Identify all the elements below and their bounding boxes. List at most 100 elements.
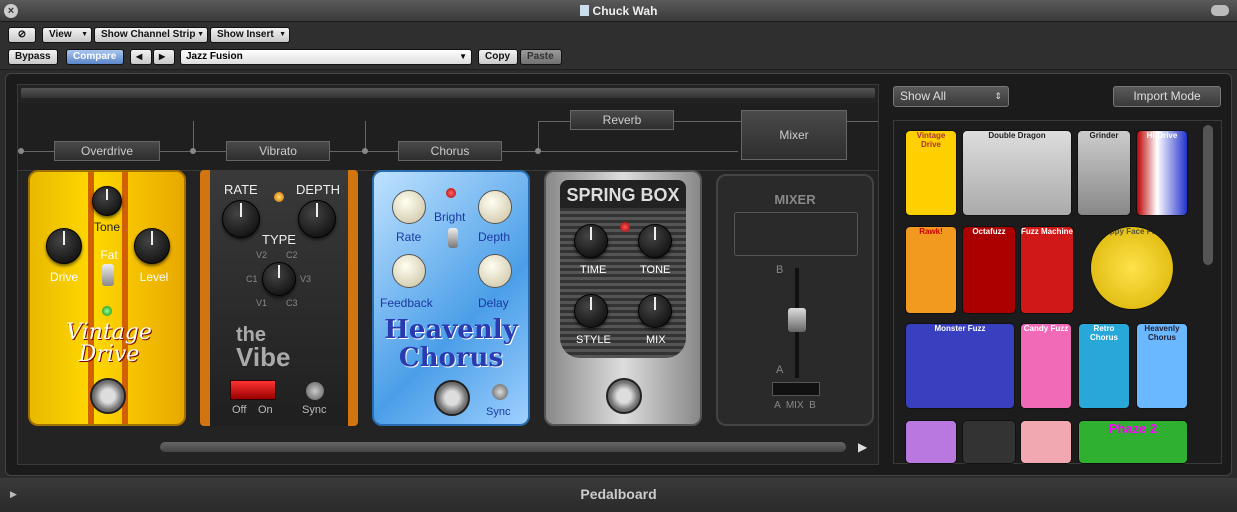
bright-label: Bright	[434, 210, 466, 224]
fat-label: Fat	[100, 248, 118, 262]
bright-toggle[interactable]	[448, 228, 458, 248]
document-icon	[579, 5, 589, 16]
preset-value: Jazz Fusion	[186, 51, 243, 62]
slot-mixer[interactable]: Mixer	[741, 110, 847, 160]
depth-knob[interactable]	[478, 190, 512, 224]
off-label: Off	[232, 404, 247, 416]
browser-item[interactable]: Candy Fuzz	[1020, 323, 1072, 409]
paste-button[interactable]: Paste	[520, 49, 562, 65]
type-v2-label: V2	[256, 250, 268, 260]
level-knob[interactable]	[134, 228, 170, 264]
browser-item[interactable]: Monster Fuzz	[905, 323, 1015, 409]
browser-item[interactable]: Rawk!	[905, 226, 957, 314]
sync-label: Sync	[302, 404, 327, 416]
prev-preset-button[interactable]: ◀	[130, 49, 152, 65]
slot-vibrato[interactable]: Vibrato	[226, 141, 330, 161]
board-scrollbar[interactable]	[160, 442, 846, 452]
sync-label: Sync	[486, 406, 511, 418]
browser-item[interactable]: Hi-Drive	[1136, 130, 1188, 216]
style-label: STYLE	[576, 334, 611, 346]
view-menu[interactable]: View	[42, 27, 92, 43]
board-top-handle[interactable]	[21, 88, 875, 98]
bypass-button[interactable]: Bypass	[8, 49, 58, 65]
routing-divider	[193, 121, 194, 151]
drive-knob[interactable]	[46, 228, 82, 264]
mix-label: MIX	[646, 334, 666, 346]
footswitch[interactable]	[434, 380, 470, 416]
routing-node	[18, 148, 24, 154]
slot-reverb[interactable]: Reverb	[570, 110, 674, 130]
slot-chorus[interactable]: Chorus	[398, 141, 502, 161]
browser-item[interactable]: Phaze 2	[1078, 420, 1188, 464]
routing-strip: Overdrive Vibrato Chorus Reverb Mixer	[18, 103, 878, 171]
link-icon[interactable]: ⊘	[8, 27, 36, 43]
import-mode-button[interactable]: Import Mode	[1113, 86, 1221, 107]
chevron-down-icon: ▼	[459, 52, 467, 61]
copy-button[interactable]: Copy	[478, 49, 518, 65]
footer-bar: ▶ Pedalboard	[0, 478, 1237, 512]
browser-item[interactable]	[1020, 420, 1072, 464]
sync-button[interactable]	[306, 382, 324, 400]
browser-item[interactable]	[905, 420, 957, 464]
routing-divider	[365, 121, 366, 151]
mixer-b-label: B	[776, 264, 784, 276]
feedback-knob[interactable]	[392, 254, 426, 288]
pedal-mixer[interactable]: MIXER B A A MIX B	[716, 174, 874, 426]
fat-toggle[interactable]	[102, 264, 114, 286]
time-knob[interactable]	[574, 224, 608, 258]
mix-switch[interactable]	[772, 382, 820, 396]
slot-overdrive[interactable]: Overdrive	[54, 141, 160, 161]
browser-item[interactable]: Grinder	[1077, 130, 1131, 216]
rate-knob[interactable]	[222, 200, 260, 238]
browser-item[interactable]: Fuzz Machine	[1020, 226, 1074, 314]
browser-item[interactable]: Double Dragon	[962, 130, 1072, 216]
rate-label: RATE	[224, 182, 258, 197]
rate-knob[interactable]	[392, 190, 426, 224]
type-v3-label: V3	[300, 274, 312, 284]
browser-item[interactable]	[962, 420, 1016, 464]
sync-button[interactable]	[492, 384, 508, 400]
show-all-label: Show All	[900, 89, 947, 103]
updown-arrow-icon: ⇕	[994, 91, 1002, 101]
preset-selector[interactable]: Jazz Fusion ▼	[180, 49, 472, 65]
delay-knob[interactable]	[478, 254, 512, 288]
depth-knob[interactable]	[298, 200, 336, 238]
browser-item[interactable]: Octafuzz	[962, 226, 1016, 314]
tone-knob[interactable]	[92, 186, 122, 216]
browser-item[interactable]: Heavenly Chorus	[1136, 323, 1188, 409]
pedal-name-line: Drive	[78, 342, 140, 367]
tone-label: Tone	[93, 220, 121, 234]
footer-title: Pedalboard	[580, 486, 657, 502]
next-preset-button[interactable]: ▶	[153, 49, 175, 65]
footswitch[interactable]	[606, 378, 642, 414]
pedal-spring-box[interactable]: SPRING BOX TIME TONE STYLE MIX	[544, 170, 702, 426]
zoom-button[interactable]	[1211, 5, 1229, 16]
mix-knob[interactable]	[638, 294, 672, 328]
routing-node	[190, 148, 196, 154]
pedal-name: Vintage Drive	[44, 322, 174, 366]
show-channel-strip-menu[interactable]: Show Channel Strip	[94, 27, 208, 43]
on-off-switch[interactable]	[230, 380, 276, 400]
mixer-fader[interactable]	[788, 308, 806, 332]
rate-label: Rate	[396, 230, 422, 244]
browser-scrollbar[interactable]	[1203, 125, 1213, 265]
pedal-name: SPRING BOX	[560, 180, 686, 210]
show-all-selector[interactable]: Show All ⇕	[893, 86, 1009, 107]
tone-knob[interactable]	[638, 224, 672, 258]
scroll-right-icon[interactable]: ▶	[858, 440, 867, 454]
footswitch[interactable]	[90, 378, 126, 414]
compare-button[interactable]: Compare	[66, 49, 124, 65]
browser-item[interactable]: Retro Chorus	[1078, 323, 1130, 409]
browser-item[interactable]: Happy Face Fuzz	[1090, 226, 1174, 310]
pedal-heavenly-chorus[interactable]: Bright Rate Depth Feedback Delay Heavenl…	[372, 170, 530, 426]
style-knob[interactable]	[574, 294, 608, 328]
time-label: TIME	[580, 264, 607, 276]
depth-label: Depth	[478, 230, 511, 244]
pedal-vintage-drive[interactable]: Tone Fat Drive Level Vintage Drive	[28, 170, 186, 426]
show-insert-menu[interactable]: Show Insert	[210, 27, 290, 43]
type-knob[interactable]	[262, 262, 296, 296]
pedal-name-vibe: Vibe	[236, 342, 291, 372]
mixer-display	[734, 212, 858, 256]
pedal-the-vibe[interactable]: RATE DEPTH TYPE V2 C2 C1 V3 V1 C3 the Vi…	[200, 170, 358, 426]
browser-item[interactable]: Vintage Drive	[905, 130, 957, 216]
